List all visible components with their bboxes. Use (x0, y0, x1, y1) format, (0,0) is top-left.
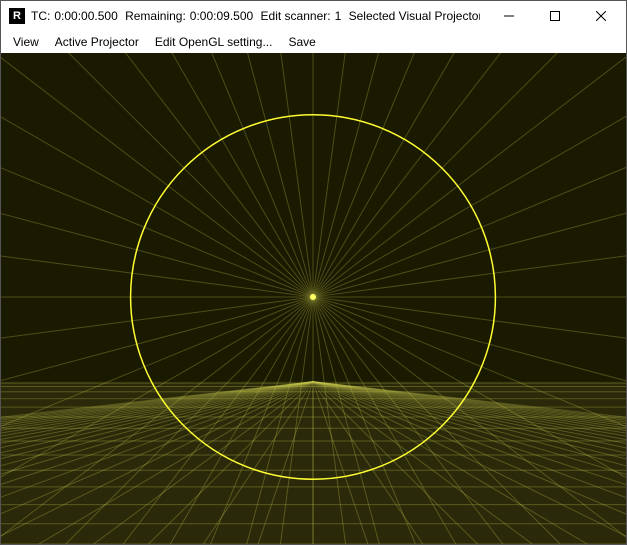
menu-view[interactable]: View (5, 33, 47, 51)
remaining-value: 0:00:09.500 (190, 9, 253, 23)
edit-scanner-value: 1 (335, 9, 342, 23)
menu-active-projector[interactable]: Active Projector (47, 33, 147, 51)
remaining-label: Remaining: (125, 9, 186, 23)
minimize-button[interactable] (486, 1, 532, 31)
menu-edit-opengl[interactable]: Edit OpenGL setting... (147, 33, 281, 51)
minimize-icon (504, 11, 514, 21)
window-controls (486, 1, 624, 31)
maximize-button[interactable] (532, 1, 578, 31)
scene-svg (1, 53, 626, 544)
window-title: TC: 0:00:00.500 Remaining: 0:00:09.500 Edi… (31, 9, 480, 23)
close-button[interactable] (578, 1, 624, 31)
center-dot (310, 294, 316, 300)
edit-scanner-label: Edit scanner: (261, 9, 331, 23)
maximize-icon (550, 11, 560, 21)
app-icon: R (9, 8, 25, 24)
menubar: View Active Projector Edit OpenGL settin… (1, 31, 626, 53)
titlebar: R TC: 0:00:00.500 Remaining: 0:00:09.500 E… (1, 1, 626, 31)
tc-value: 0:00:00.500 (54, 9, 117, 23)
selected-projector-label: Selected Visual Projector: (349, 9, 480, 23)
close-icon (596, 11, 606, 21)
menu-save[interactable]: Save (280, 33, 323, 51)
viewport-3d[interactable] (1, 53, 626, 544)
tc-label: TC: (31, 9, 50, 23)
